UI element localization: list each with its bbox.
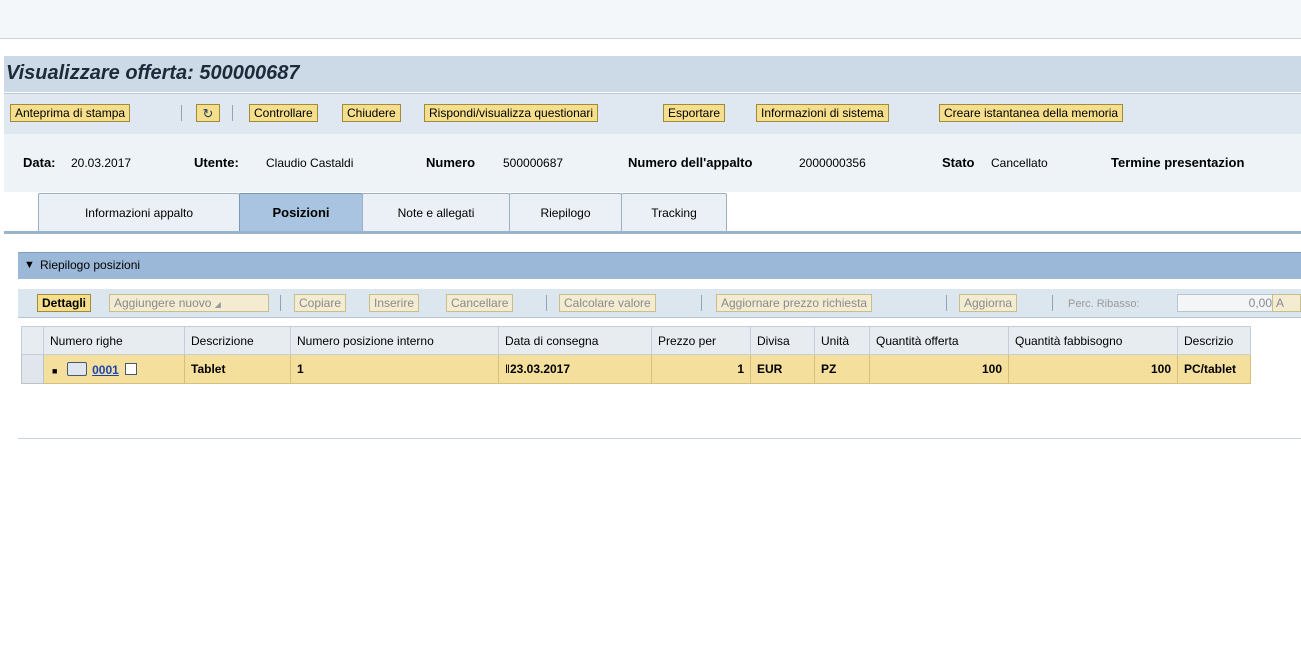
status-value: Cancellato — [991, 156, 1048, 170]
details-icon[interactable] — [125, 362, 138, 375]
dropdown-arrow-icon: ◢ — [214, 300, 221, 309]
required-qty-cell: 100 — [1008, 354, 1178, 384]
column-header-data-di-consegna[interactable]: Data di consegna — [498, 326, 652, 355]
column-header-descrizione[interactable]: Descrizione — [184, 326, 291, 355]
deadline-label: Termine presentazion — [1111, 155, 1245, 170]
check-button[interactable]: Controllare — [249, 104, 318, 122]
line-number-link[interactable]: 0001 — [92, 363, 119, 377]
row-select-cell[interactable] — [21, 354, 44, 384]
tab-tracking[interactable]: Tracking — [621, 193, 727, 231]
table-row[interactable]: ■ 0001 Tablet 1 ‖23.03.2017 1 EUR PZ 100… — [21, 354, 1251, 384]
status-label: Stato — [942, 155, 975, 170]
positions-table: Numero righe Descrizione Numero posizion… — [21, 326, 1251, 384]
user-label: Utente: — [194, 155, 239, 170]
copy-button[interactable]: Copiare — [294, 294, 347, 312]
print-preview-button[interactable]: Anteprima di stampa — [10, 104, 131, 122]
refresh-icon: ↻ — [202, 106, 214, 121]
toolbar-separator — [232, 105, 233, 121]
tab-riepilogo[interactable]: Riepilogo — [509, 193, 622, 231]
toolbar-separator — [946, 295, 947, 311]
tab-note-e-allegati[interactable]: Note e allegati — [362, 193, 510, 231]
column-header-numero-righe[interactable]: Numero righe — [43, 326, 185, 355]
column-header-numero-posizione-interno[interactable]: Numero posizione interno — [290, 326, 499, 355]
tender-number-value: 2000000356 — [799, 156, 866, 170]
offer-qty-cell: 100 — [869, 354, 1009, 384]
discount-input[interactable] — [1177, 294, 1275, 312]
date-label: Data: — [23, 155, 56, 170]
insert-button[interactable]: Inserire — [369, 294, 420, 312]
column-header-descrizione-categoria[interactable]: Descrizio — [1177, 326, 1251, 355]
toolbar-separator — [546, 295, 547, 311]
close-button[interactable]: Chiudere — [342, 104, 401, 122]
number-value: 500000687 — [503, 156, 564, 170]
refresh-grid-button[interactable]: Aggiorna — [959, 294, 1018, 312]
item-type-icon — [66, 361, 87, 376]
refresh-button[interactable]: ↻ — [196, 104, 220, 122]
calculate-value-button[interactable]: Calcolare valore — [559, 294, 656, 312]
delete-button[interactable]: Cancellare — [446, 294, 514, 312]
browser-top-strip — [0, 0, 1301, 39]
add-new-button[interactable]: Aggiungere nuovo ◢ — [109, 294, 269, 312]
update-price-button[interactable]: Aggiornare prezzo richiesta — [716, 294, 873, 312]
memory-snapshot-button[interactable]: Creare istantanea della memoria — [939, 104, 1124, 122]
section-header[interactable] — [18, 252, 1301, 279]
export-button[interactable]: Esportare — [663, 104, 726, 122]
system-info-button[interactable]: Informazioni di sistema — [756, 104, 889, 122]
page-title: Visualizzare offerta: 500000687 — [6, 62, 300, 84]
tab-informazioni-appalto[interactable]: Informazioni appalto — [38, 193, 240, 231]
column-header-divisa[interactable]: Divisa — [750, 326, 815, 355]
apply-discount-button[interactable]: A — [1272, 294, 1301, 312]
toolbar-separator — [181, 105, 182, 121]
number-label: Numero — [426, 155, 476, 170]
bullet-icon: ■ — [52, 365, 58, 376]
delivery-date-cell: ‖23.03.2017 — [498, 354, 652, 384]
tab-underline — [4, 231, 1301, 234]
line-number-cell: ■ 0001 — [43, 354, 185, 384]
currency-cell: EUR — [750, 354, 815, 384]
add-new-label: Aggiungere nuovo — [114, 296, 212, 310]
delivery-date-value: 23.03.2017 — [509, 362, 571, 376]
panel-bottom-border — [18, 438, 1301, 439]
details-button[interactable]: Dettagli — [37, 294, 92, 312]
tab-posizioni[interactable]: Posizioni — [239, 193, 363, 231]
select-all-cell[interactable] — [21, 326, 44, 355]
unit-cell: PZ — [814, 354, 870, 384]
collapse-triangle-icon[interactable]: ▼ — [24, 259, 35, 271]
table-header-row: Numero righe Descrizione Numero posizion… — [21, 326, 1251, 355]
toolbar-separator — [701, 295, 702, 311]
category-cell: PC/tablet — [1177, 354, 1251, 384]
questionnaire-button[interactable]: Rispondi/visualizza questionari — [424, 104, 599, 122]
section-title: Riepilogo posizioni — [40, 258, 141, 272]
internal-position-cell: 1 — [290, 354, 499, 384]
column-header-unita[interactable]: Unità — [814, 326, 870, 355]
user-value: Claudio Castaldi — [266, 156, 354, 170]
toolbar-separator — [280, 295, 281, 311]
column-header-quantita-offerta[interactable]: Quantità offerta — [869, 326, 1009, 355]
date-value: 20.03.2017 — [71, 156, 132, 170]
description-cell: Tablet — [184, 354, 291, 384]
price-per-cell: 1 — [651, 354, 751, 384]
column-header-prezzo-per[interactable]: Prezzo per — [651, 326, 751, 355]
toolbar-separator — [1052, 295, 1053, 311]
column-header-quantita-fabbisogno[interactable]: Quantità fabbisogno — [1008, 326, 1178, 355]
discount-label: Perc. Ribasso: — [1068, 298, 1140, 310]
tender-number-label: Numero dell'appalto — [628, 155, 753, 170]
